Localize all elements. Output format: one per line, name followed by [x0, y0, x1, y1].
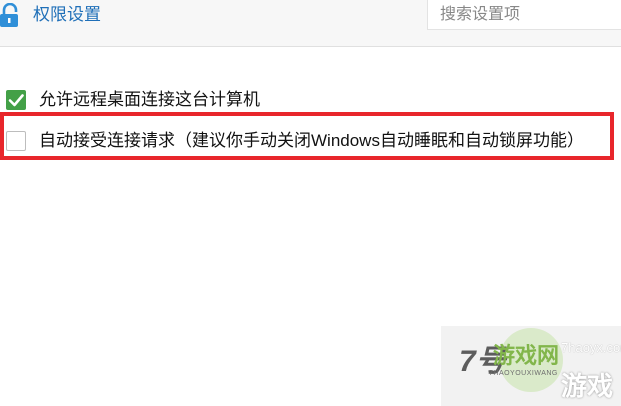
watermark-domain: 7haoyx.com — [561, 340, 621, 355]
allow-remote-checkbox[interactable] — [6, 90, 26, 110]
watermark-pinyin: 7HAOYOUXIWANG — [489, 370, 558, 377]
page-title: 权限设置 — [33, 5, 101, 24]
search-input[interactable] — [428, 0, 621, 29]
auto-accept-label: 自动接受连接请求（建议你手动关闭Windows自动睡眠和自动锁屏功能） — [39, 131, 584, 150]
header-bar: 权限设置 — [0, 0, 621, 47]
search-box[interactable] — [427, 0, 621, 30]
auto-accept-checkbox[interactable] — [6, 131, 26, 151]
watermark-title: 游戏网 — [493, 343, 560, 368]
checkmark-icon — [8, 94, 24, 107]
watermark-subtitle: 游戏 — [561, 371, 614, 401]
watermark-logo: 7号 游戏网 7haoyx.com 7HAOYOUXIWANG 游戏 — [441, 326, 621, 406]
allow-remote-label: 允许远程桌面连接这台计算机 — [39, 90, 260, 109]
lock-icon — [0, 2, 20, 27]
